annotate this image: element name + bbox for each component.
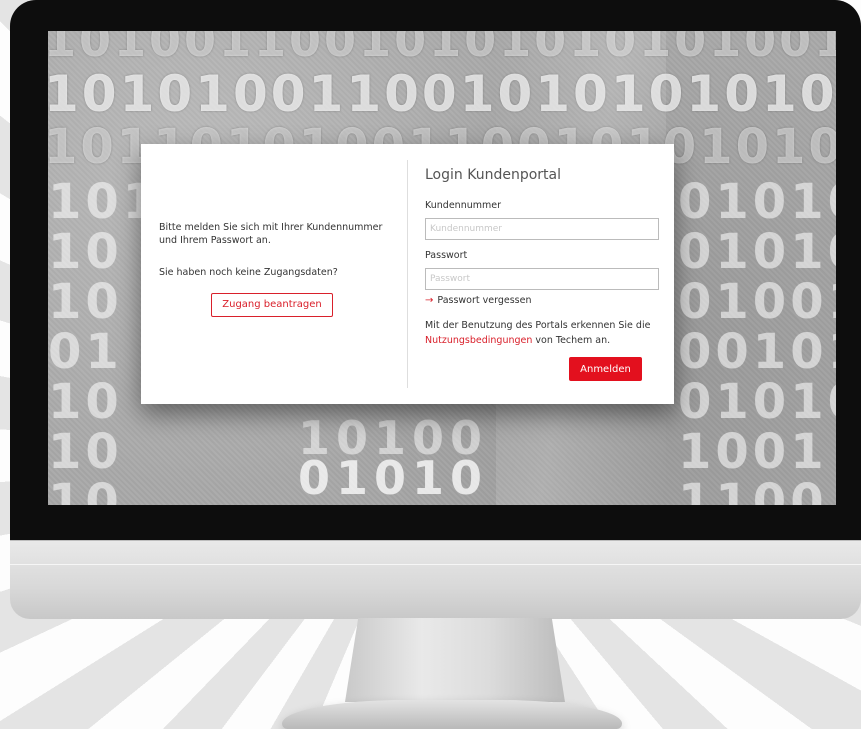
card-divider	[407, 160, 408, 388]
forgot-password-link[interactable]: → Passwort vergessen	[425, 295, 532, 306]
monitor-chin	[10, 540, 861, 619]
login-card: Bitte melden Sie sich mit Ihrer Kundennu…	[141, 144, 674, 404]
binary-background-right: 01010 01010 01001 00101 01010 1001 1100	[678, 174, 836, 505]
login-title: Login Kundenportal	[425, 167, 561, 183]
customer-number-label: Kundennummer	[425, 200, 501, 211]
terms-prefix: Mit der Benutzung des Portals erkennen S…	[425, 320, 651, 331]
password-input[interactable]	[425, 268, 659, 290]
binary-background-bottom: 01010	[298, 451, 489, 505]
password-label: Passwort	[425, 250, 468, 261]
request-access-button[interactable]: Zugang beantragen	[211, 293, 333, 317]
terms-link[interactable]: Nutzungsbedingungen	[425, 335, 532, 346]
login-intro-text: Bitte melden Sie sich mit Ihrer Kundennu…	[159, 222, 383, 246]
forgot-password-label: Passwort vergessen	[437, 295, 532, 306]
binary-background-row: 10100110010101010101001010	[48, 31, 836, 67]
terms-suffix: von Techem an.	[532, 335, 611, 346]
monitor-stand-base	[282, 700, 622, 729]
binary-background-row: 101010011001010101010100101	[48, 65, 836, 123]
monitor-chin-highlight	[10, 564, 861, 565]
no-access-text: Sie haben noch keine Zugangsdaten?	[159, 267, 338, 278]
arrow-right-icon: →	[425, 295, 434, 306]
monitor-stand-neck	[345, 618, 565, 702]
login-submit-button[interactable]: Anmelden	[569, 357, 642, 381]
customer-number-input[interactable]	[425, 218, 659, 240]
terms-notice: Mit der Benutzung des Portals erkennen S…	[425, 318, 657, 348]
